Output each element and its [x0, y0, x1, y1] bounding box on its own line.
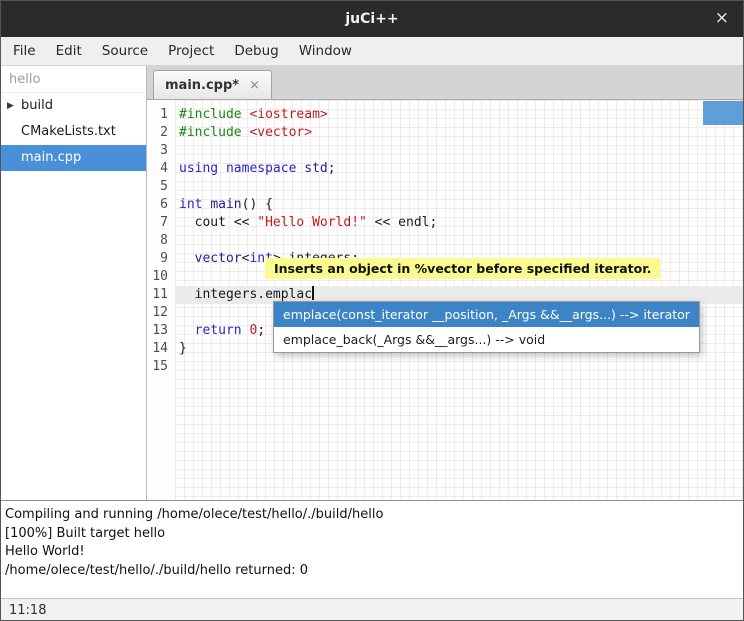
code-segment: return [195, 323, 242, 338]
tree-item-label: main.cpp [21, 145, 81, 171]
text-cursor [312, 286, 314, 300]
tree-item-CMakeLists.txt[interactable]: CMakeLists.txt [1, 119, 146, 145]
code-segment: #include [179, 107, 249, 122]
tree-item-build[interactable]: ▶build [1, 93, 146, 119]
line-number-gutter: 123456789101112131415 [147, 100, 175, 500]
code-line-2[interactable]: #include <vector> [179, 124, 743, 142]
tab-label: main.cpp* [165, 78, 239, 93]
code-line-4[interactable]: using namespace std; [179, 160, 743, 178]
app-window: juCi++ × FileEditSourceProjectDebugWindo… [0, 0, 744, 621]
file-tree: ▶buildCMakeLists.txtmain.cpp [1, 93, 146, 171]
menu-item-window[interactable]: Window [289, 37, 362, 65]
code-line-3[interactable] [179, 142, 743, 160]
line-number: 12 [147, 304, 175, 322]
line-number: 5 [147, 178, 175, 196]
code-segment: } [179, 341, 187, 356]
output-panel: Compiling and running /home/olece/test/h… [1, 500, 743, 598]
output-line: Compiling and running /home/olece/test/h… [5, 506, 739, 525]
line-number: 4 [147, 160, 175, 178]
code-segment: << endl; [367, 215, 437, 230]
line-number: 7 [147, 214, 175, 232]
line-number: 3 [147, 142, 175, 160]
code-segment: using [179, 161, 218, 176]
output-line: Hello World! [5, 543, 739, 562]
expander-icon[interactable]: ▶ [7, 93, 21, 119]
code-segment: <iostream> [249, 107, 327, 122]
tree-item-main.cpp[interactable]: main.cpp [1, 145, 146, 171]
code-segment: () { [242, 197, 273, 212]
code-area[interactable]: #include <iostream>#include <vector>usin… [175, 100, 743, 500]
editor-column: main.cpp* × 123456789101112131415 #inclu… [147, 66, 743, 500]
line-number: 1 [147, 106, 175, 124]
scrollbar-thumb[interactable] [703, 101, 743, 125]
code-segment [179, 251, 195, 266]
code-line-6[interactable]: int main() { [179, 196, 743, 214]
menu-bar: FileEditSourceProjectDebugWindow [1, 37, 743, 66]
code-segment: vector [195, 251, 242, 266]
line-number: 11 [147, 286, 175, 304]
line-number: 10 [147, 268, 175, 286]
tree-item-label: CMakeLists.txt [21, 119, 116, 145]
menu-item-project[interactable]: Project [158, 37, 224, 65]
tab-close-icon[interactable]: × [249, 78, 260, 93]
code-segment: ; [257, 323, 265, 338]
line-number: 9 [147, 250, 175, 268]
tab-bar: main.cpp* × [147, 66, 743, 100]
autocomplete-item[interactable]: emplace(const_iterator __position, _Args… [274, 302, 699, 327]
line-number: 2 [147, 124, 175, 142]
code-segment: "Hello World!" [257, 215, 367, 230]
code-line-1[interactable]: #include <iostream> [179, 106, 743, 124]
code-segment [179, 323, 195, 338]
code-segment: cout << [179, 215, 257, 230]
tab-main-cpp[interactable]: main.cpp* × [153, 70, 272, 99]
autocomplete-item[interactable]: emplace_back(_Args &&__args...) --> void [274, 327, 699, 352]
line-number: 6 [147, 196, 175, 214]
file-sidebar: hello ▶buildCMakeLists.txtmain.cpp [1, 66, 147, 500]
code-segment [218, 161, 226, 176]
output-line: [100%] Built target hello [5, 525, 739, 544]
code-segment: std [304, 161, 327, 176]
code-segment: main [210, 197, 241, 212]
doc-tooltip: Inserts an object in %vector before spec… [265, 258, 660, 279]
code-line-5[interactable] [179, 178, 743, 196]
line-number: 8 [147, 232, 175, 250]
close-window-icon[interactable]: × [715, 1, 729, 37]
window-title: juCi++ [1, 1, 743, 37]
code-segment: integers.emplac [179, 287, 312, 302]
menu-item-file[interactable]: File [3, 37, 46, 65]
cursor-position-label: 11:18 [9, 603, 46, 618]
code-segment: namespace [226, 161, 296, 176]
status-bar: 11:18 [1, 598, 743, 621]
title-bar: juCi++ × [1, 1, 743, 37]
output-line: /home/olece/test/hello/./build/hello ret… [5, 562, 739, 581]
code-line-7[interactable]: cout << "Hello World!" << endl; [179, 214, 743, 232]
menu-item-debug[interactable]: Debug [224, 37, 288, 65]
code-editor[interactable]: 123456789101112131415 #include <iostream… [147, 100, 743, 500]
main-area: hello ▶buildCMakeLists.txtmain.cpp main.… [1, 66, 743, 500]
code-segment: <vector> [249, 125, 312, 140]
code-segment: #include [179, 125, 249, 140]
line-number: 14 [147, 340, 175, 358]
code-segment: int [179, 197, 202, 212]
code-segment: ; [328, 161, 336, 176]
code-line-8[interactable] [179, 232, 743, 250]
autocomplete-popup[interactable]: emplace(const_iterator __position, _Args… [273, 301, 700, 353]
menu-item-edit[interactable]: Edit [46, 37, 92, 65]
line-number: 13 [147, 322, 175, 340]
tree-item-label: build [21, 93, 53, 119]
line-number: 15 [147, 358, 175, 376]
code-line-15[interactable] [179, 358, 743, 376]
menu-item-source[interactable]: Source [92, 37, 158, 65]
project-name-label: hello [1, 66, 146, 93]
